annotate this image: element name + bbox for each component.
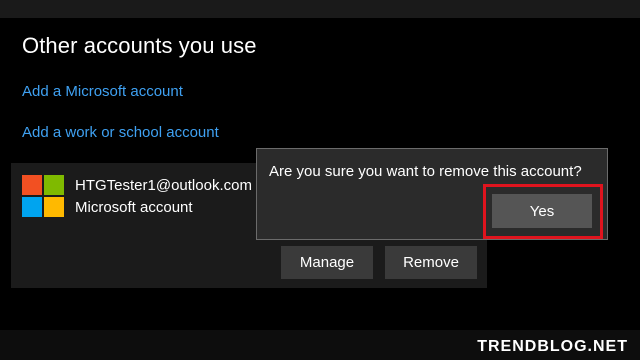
logo-red-square: [22, 175, 42, 195]
logo-blue-square: [22, 197, 42, 217]
top-bar: [0, 0, 640, 18]
yes-button[interactable]: Yes: [492, 194, 592, 228]
logo-green-square: [44, 175, 64, 195]
add-work-account-link[interactable]: Add a work or school account: [22, 124, 219, 141]
watermark: TRENDBLOG.NET: [477, 338, 628, 355]
account-email: HTGTester1@outlook.com: [75, 177, 252, 194]
section-heading: Other accounts you use: [22, 33, 257, 58]
logo-yellow-square: [44, 197, 64, 217]
account-type: Microsoft account: [75, 199, 193, 216]
microsoft-logo-icon: [22, 175, 64, 217]
remove-button[interactable]: Remove: [385, 246, 477, 279]
confirm-message: Are you sure you want to remove this acc…: [269, 163, 582, 180]
add-microsoft-account-link[interactable]: Add a Microsoft account: [22, 83, 183, 100]
manage-button[interactable]: Manage: [281, 246, 373, 279]
